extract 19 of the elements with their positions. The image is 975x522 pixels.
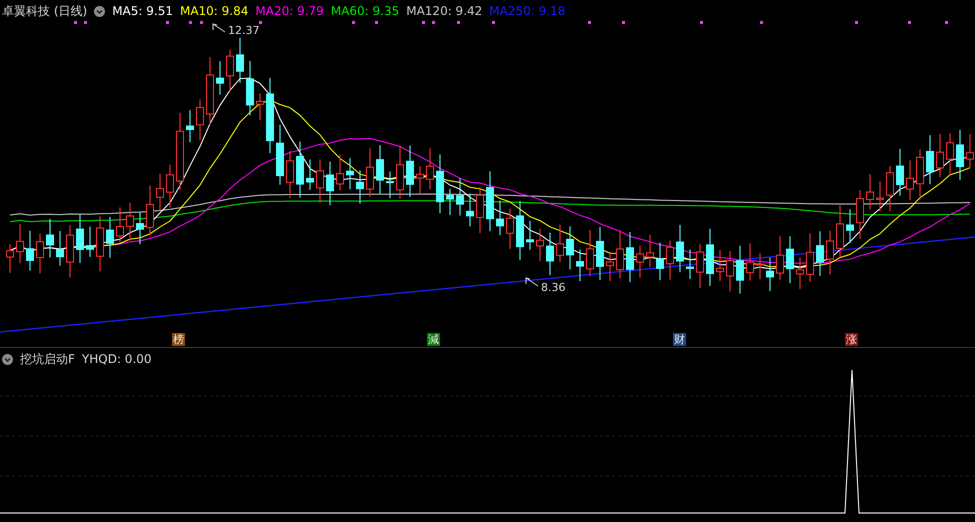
dropdown-icon[interactable] [2, 354, 13, 364]
event-tag: 涨 [845, 333, 858, 346]
indicator-title: 挖坑启动F [20, 350, 75, 368]
leader-line [526, 277, 538, 286]
event-tag: 榜 [172, 333, 185, 346]
ma-value: MA5: 9.51 [112, 4, 173, 18]
event-tag: 減 [427, 333, 440, 346]
indicator-value: YHQD: 0.00 [82, 352, 152, 366]
dropdown-icon[interactable] [94, 6, 106, 16]
ma-value: MA120: 9.42 [406, 4, 482, 18]
ma-value: MA20: 9.79 [255, 4, 324, 18]
ma-value: MA10: 9.84 [180, 4, 248, 18]
price-label: 8.36 [541, 281, 566, 295]
event-tag: 财 [673, 333, 686, 346]
ma-value: MA250: 9.18 [489, 4, 566, 18]
price-label: 12.37 [228, 24, 260, 38]
ma-value: MA60: 9.35 [330, 4, 400, 18]
stock-title: 卓翼科技 (日线) [2, 2, 88, 20]
leader-line [212, 23, 226, 32]
